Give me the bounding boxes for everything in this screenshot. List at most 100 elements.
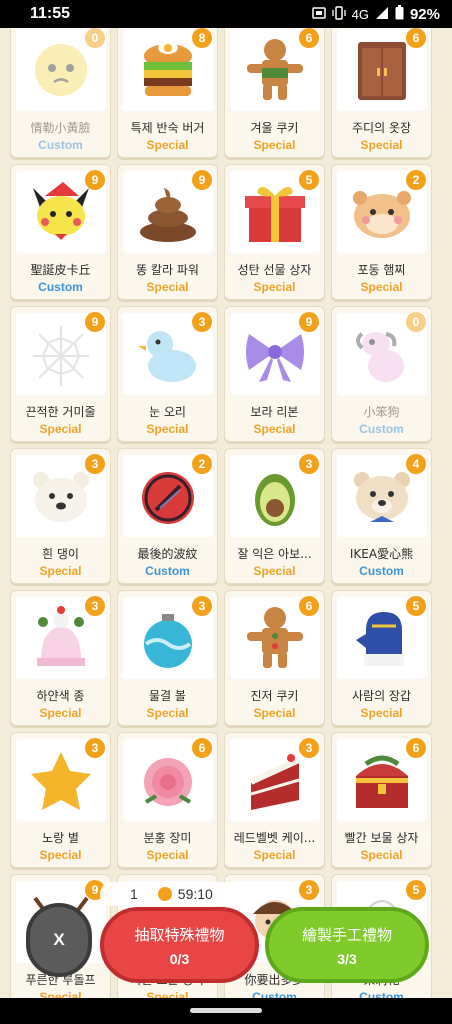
battery-percent: 92% bbox=[409, 5, 440, 23]
gift-card[interactable]: 9 똥 칼라 파워 Special bbox=[117, 164, 218, 300]
vibrate-icon bbox=[331, 5, 346, 23]
gift-card[interactable]: 6 진저 쿠키 Special bbox=[224, 590, 325, 726]
gift-name: 레드벨벳 케이... bbox=[233, 831, 316, 845]
gift-type-label: Special bbox=[39, 990, 82, 998]
gift-name: 분홍 장미 bbox=[143, 831, 192, 845]
gift-card[interactable]: 3 눈 오리 Special bbox=[117, 306, 218, 442]
gift-name: 겨울 쿠키 bbox=[250, 121, 299, 135]
gift-card[interactable]: 3 흰 댕이 Special bbox=[10, 448, 111, 584]
gift-card[interactable]: 6 분홍 장미 Special bbox=[117, 732, 218, 868]
gift-count-badge: 6 bbox=[299, 596, 319, 616]
gift-count-badge: 5 bbox=[406, 596, 426, 616]
signal-icon bbox=[375, 6, 389, 23]
gift-name: 끈적한 거미줄 bbox=[25, 405, 96, 419]
gift-count-badge: 2 bbox=[192, 454, 212, 474]
gift-card[interactable]: 3 잘 익은 아보... Special bbox=[224, 448, 325, 584]
gift-card[interactable]: 2 포동 햄찌 Special bbox=[331, 164, 432, 300]
gift-count-badge: 5 bbox=[299, 170, 319, 190]
gift-card[interactable]: 6 빨간 보물 상자 Special bbox=[331, 732, 432, 868]
gift-type-label: Custom bbox=[359, 422, 404, 436]
gift-card[interactable]: 5 성탄 선물 상자 Special bbox=[224, 164, 325, 300]
draw-special-gift-label: 抽取特殊禮物 bbox=[134, 925, 225, 944]
gift-count-badge: 9 bbox=[85, 170, 105, 190]
craft-handmade-gift-label: 繪製手工禮物 bbox=[301, 925, 392, 944]
gift-card[interactable]: 2 最後的波紋 Custom bbox=[117, 448, 218, 584]
gift-card[interactable]: 9 끈적한 거미줄 Special bbox=[10, 306, 111, 442]
status-icons: 4G 92% bbox=[311, 5, 440, 23]
gift-count-badge: 8 bbox=[192, 28, 212, 48]
gift-card[interactable]: 4 IKEA愛心熊 Custom bbox=[331, 448, 432, 584]
gift-name: 주디의 옷장 bbox=[351, 121, 411, 135]
gift-type-label: Special bbox=[360, 706, 403, 720]
gift-type-label: Custom bbox=[359, 990, 404, 998]
gift-name: 잘 익은 아보... bbox=[237, 547, 312, 561]
gift-count-badge: 3 bbox=[192, 312, 212, 332]
gift-type-label: Special bbox=[253, 422, 296, 436]
gift-type-label: Special bbox=[253, 280, 296, 294]
status-bar: 11:55 4G 92% bbox=[0, 0, 452, 28]
gift-card[interactable]: 3 레드벨벳 케이... Special bbox=[224, 732, 325, 868]
gift-card[interactable]: 3 노랑 별 Special bbox=[10, 732, 111, 868]
gift-name: 最後的波紋 bbox=[137, 547, 198, 561]
gift-type-label: Special bbox=[360, 138, 403, 152]
draw-special-gift-count: 0/3 bbox=[169, 950, 190, 967]
gift-name: 성탄 선물 상자 bbox=[237, 263, 312, 277]
gift-name: 흰 댕이 bbox=[42, 547, 79, 561]
close-button[interactable]: X bbox=[26, 903, 92, 977]
timer-icon bbox=[157, 887, 172, 901]
gift-type-label: Special bbox=[39, 422, 82, 436]
gift-count-badge: 6 bbox=[406, 738, 426, 758]
notification-icon bbox=[311, 6, 326, 22]
gift-name: 聖誕皮卡丘 bbox=[30, 263, 91, 277]
gift-card[interactable]: 8 특제 반숙 버거 Special bbox=[117, 28, 218, 158]
gift-type-label: Special bbox=[146, 422, 189, 436]
gift-name: 포동 햄찌 bbox=[357, 263, 406, 277]
gift-name: 노랑 별 bbox=[42, 831, 79, 845]
gift-card[interactable]: 9 보라 리본 Special bbox=[224, 306, 325, 442]
gift-card[interactable]: 0 情勒小黃臉 Custom bbox=[10, 28, 111, 158]
gift-type-label: Special bbox=[146, 706, 189, 720]
gift-name: 情勒小黃臉 bbox=[30, 121, 91, 135]
gift-type-label: Special bbox=[39, 564, 82, 578]
gift-count-badge: 9 bbox=[85, 312, 105, 332]
gift-type-label: Custom bbox=[38, 138, 83, 152]
gift-card[interactable]: 6 겨울 쿠키 Special bbox=[224, 28, 325, 158]
gift-count-badge: 3 bbox=[85, 596, 105, 616]
home-gesture-pill[interactable] bbox=[190, 1008, 262, 1013]
gift-name: 진저 쿠키 bbox=[250, 689, 299, 703]
gift-card[interactable]: 6 주디의 옷장 Special bbox=[331, 28, 432, 158]
gift-type-label: Special bbox=[360, 280, 403, 294]
navigation-bar bbox=[0, 998, 452, 1024]
gift-type-label: Special bbox=[39, 706, 82, 720]
draw-special-gift-button[interactable]: 抽取特殊禮物 0/3 bbox=[100, 907, 259, 983]
gift-count-badge: 3 bbox=[299, 454, 319, 474]
gift-type-label: Custom bbox=[145, 564, 190, 578]
timer-value: 59:10 bbox=[177, 886, 213, 902]
gift-card[interactable]: 3 물결 볼 Special bbox=[117, 590, 218, 726]
craft-handmade-gift-count: 3/3 bbox=[337, 950, 357, 967]
battery-icon bbox=[395, 5, 404, 23]
gift-card[interactable]: 0 小笨狗 Custom bbox=[331, 306, 432, 442]
gift-name: IKEA愛心熊 bbox=[349, 547, 414, 561]
gift-name: 보라 리본 bbox=[250, 405, 299, 419]
status-time: 11:55 bbox=[30, 5, 71, 22]
gift-count-badge: 3 bbox=[85, 454, 105, 474]
timer-left: 1 bbox=[130, 886, 138, 902]
gift-type-label: Custom bbox=[252, 990, 297, 998]
gift-count-badge: 9 bbox=[192, 170, 212, 190]
gift-name: 小笨狗 bbox=[363, 405, 400, 419]
gift-name: 사람의 장갑 bbox=[351, 689, 411, 703]
gift-type-label: Special bbox=[253, 138, 296, 152]
gift-count-badge: 4 bbox=[406, 454, 426, 474]
gift-card[interactable]: 9 聖誕皮卡丘 Custom bbox=[10, 164, 111, 300]
gift-type-label: Special bbox=[253, 706, 296, 720]
gift-type-label: Special bbox=[39, 848, 82, 862]
gift-grid-area[interactable]: 0 情勒小黃臉 Custom 8 특제 반숙 버거 Special 6 겨울 쿠키 Specia… bbox=[0, 28, 452, 998]
timer-bar: 1 59:10 bbox=[100, 882, 270, 906]
gift-count-badge: 6 bbox=[299, 28, 319, 48]
gift-count-badge: 0 bbox=[406, 312, 426, 332]
craft-handmade-gift-button[interactable]: 繪製手工禮物 3/3 bbox=[265, 907, 429, 983]
gift-card[interactable]: 3 하얀색 종 Special bbox=[10, 590, 111, 726]
gift-count-badge: 0 bbox=[85, 28, 105, 48]
gift-card[interactable]: 5 사람의 장갑 Special bbox=[331, 590, 432, 726]
